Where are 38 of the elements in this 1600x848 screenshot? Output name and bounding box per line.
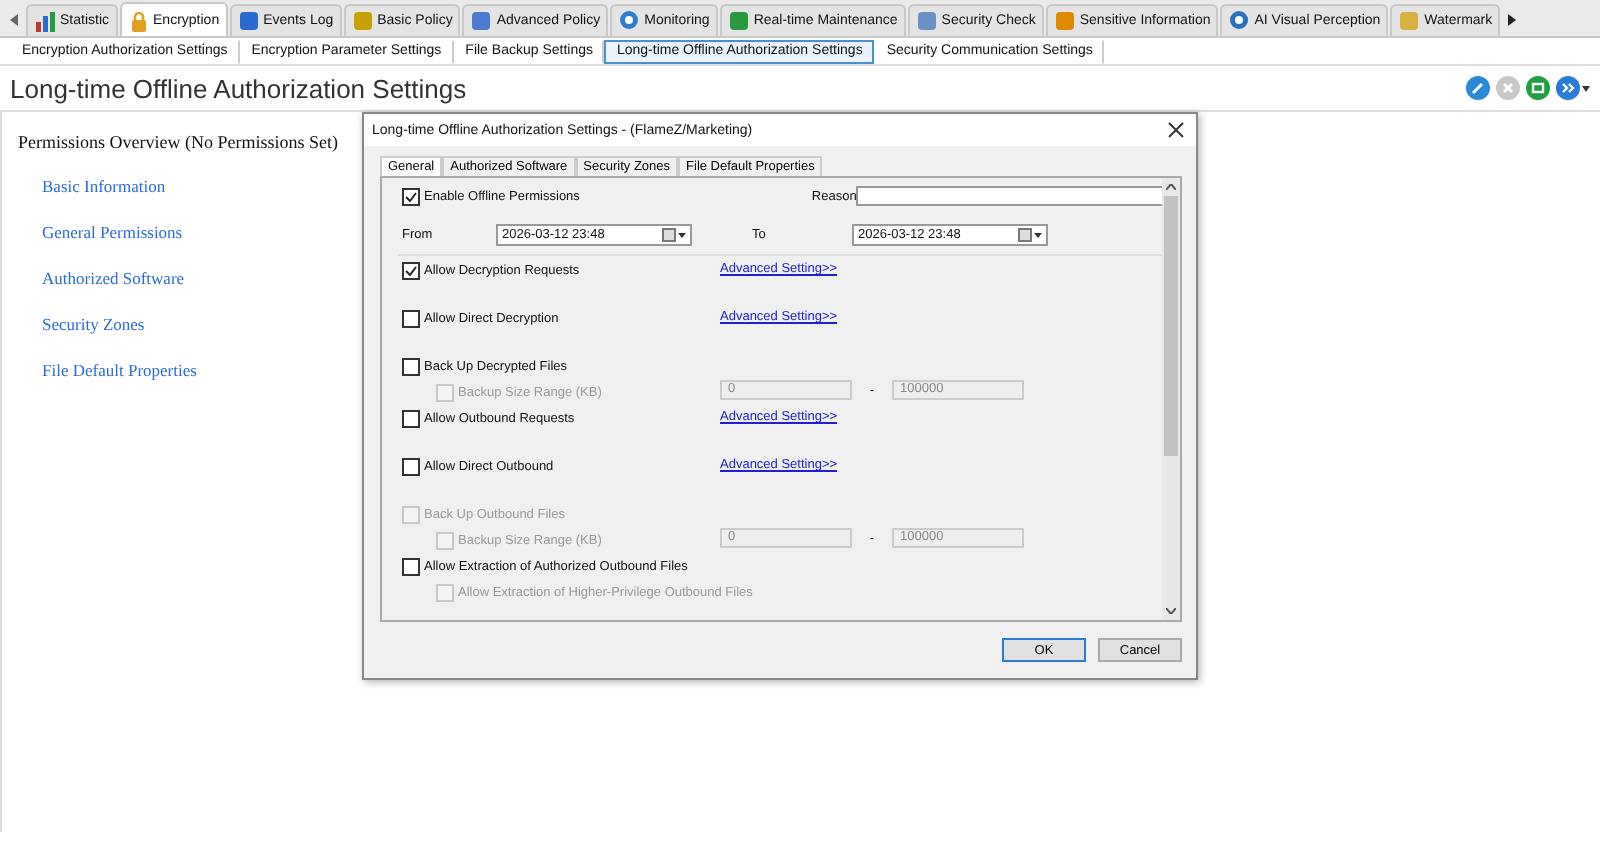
page-title: Long-time Offline Authorization Settings — [10, 73, 467, 103]
section-link[interactable]: File Default Properties — [42, 360, 197, 380]
close-icon — [1496, 76, 1520, 100]
right-arrow-icon — [1508, 14, 1517, 26]
double-chevron-icon — [1556, 76, 1580, 100]
edit-button[interactable] — [1466, 76, 1490, 100]
vertical-scrollbar[interactable] — [1162, 178, 1180, 620]
dropdown-caret-icon — [1582, 85, 1590, 91]
export-button[interactable] — [1526, 76, 1550, 100]
section-link[interactable]: Security Zones — [42, 314, 145, 334]
export-icon — [1526, 76, 1550, 100]
close-button[interactable] — [1164, 118, 1188, 142]
pencil-icon — [1466, 76, 1490, 100]
checkbox[interactable] — [402, 187, 420, 205]
section-link[interactable]: General Permissions — [42, 222, 183, 242]
close-icon — [1168, 122, 1184, 138]
scroll-up-icon — [1166, 184, 1176, 190]
scrollbar-thumb[interactable] — [1164, 196, 1178, 456]
bar-chart-icon — [34, 10, 56, 32]
checkbox[interactable] — [402, 558, 420, 576]
checkbox[interactable] — [402, 310, 420, 328]
calendar-dropdown-icon — [662, 227, 686, 241]
eye-icon — [618, 10, 641, 32]
overview-heading: Permissions Overview (No Permissions Set) — [18, 132, 338, 152]
section-link[interactable]: Authorized Software — [42, 268, 185, 288]
left-arrow-icon — [10, 14, 18, 26]
check-icon — [404, 189, 418, 203]
checkbox[interactable] — [402, 262, 420, 280]
checkbox[interactable] — [402, 458, 420, 476]
padlock-icon — [127, 9, 150, 31]
scroll-down-icon — [1166, 608, 1176, 614]
checkbox[interactable] — [402, 410, 420, 428]
more-button[interactable] — [1556, 76, 1590, 100]
checkbox[interactable] — [402, 358, 420, 376]
check-icon — [404, 264, 418, 278]
reason-field[interactable] — [856, 186, 1162, 206]
section-link[interactable]: Basic Information — [42, 176, 166, 196]
calendar-dropdown-icon — [1018, 227, 1042, 241]
